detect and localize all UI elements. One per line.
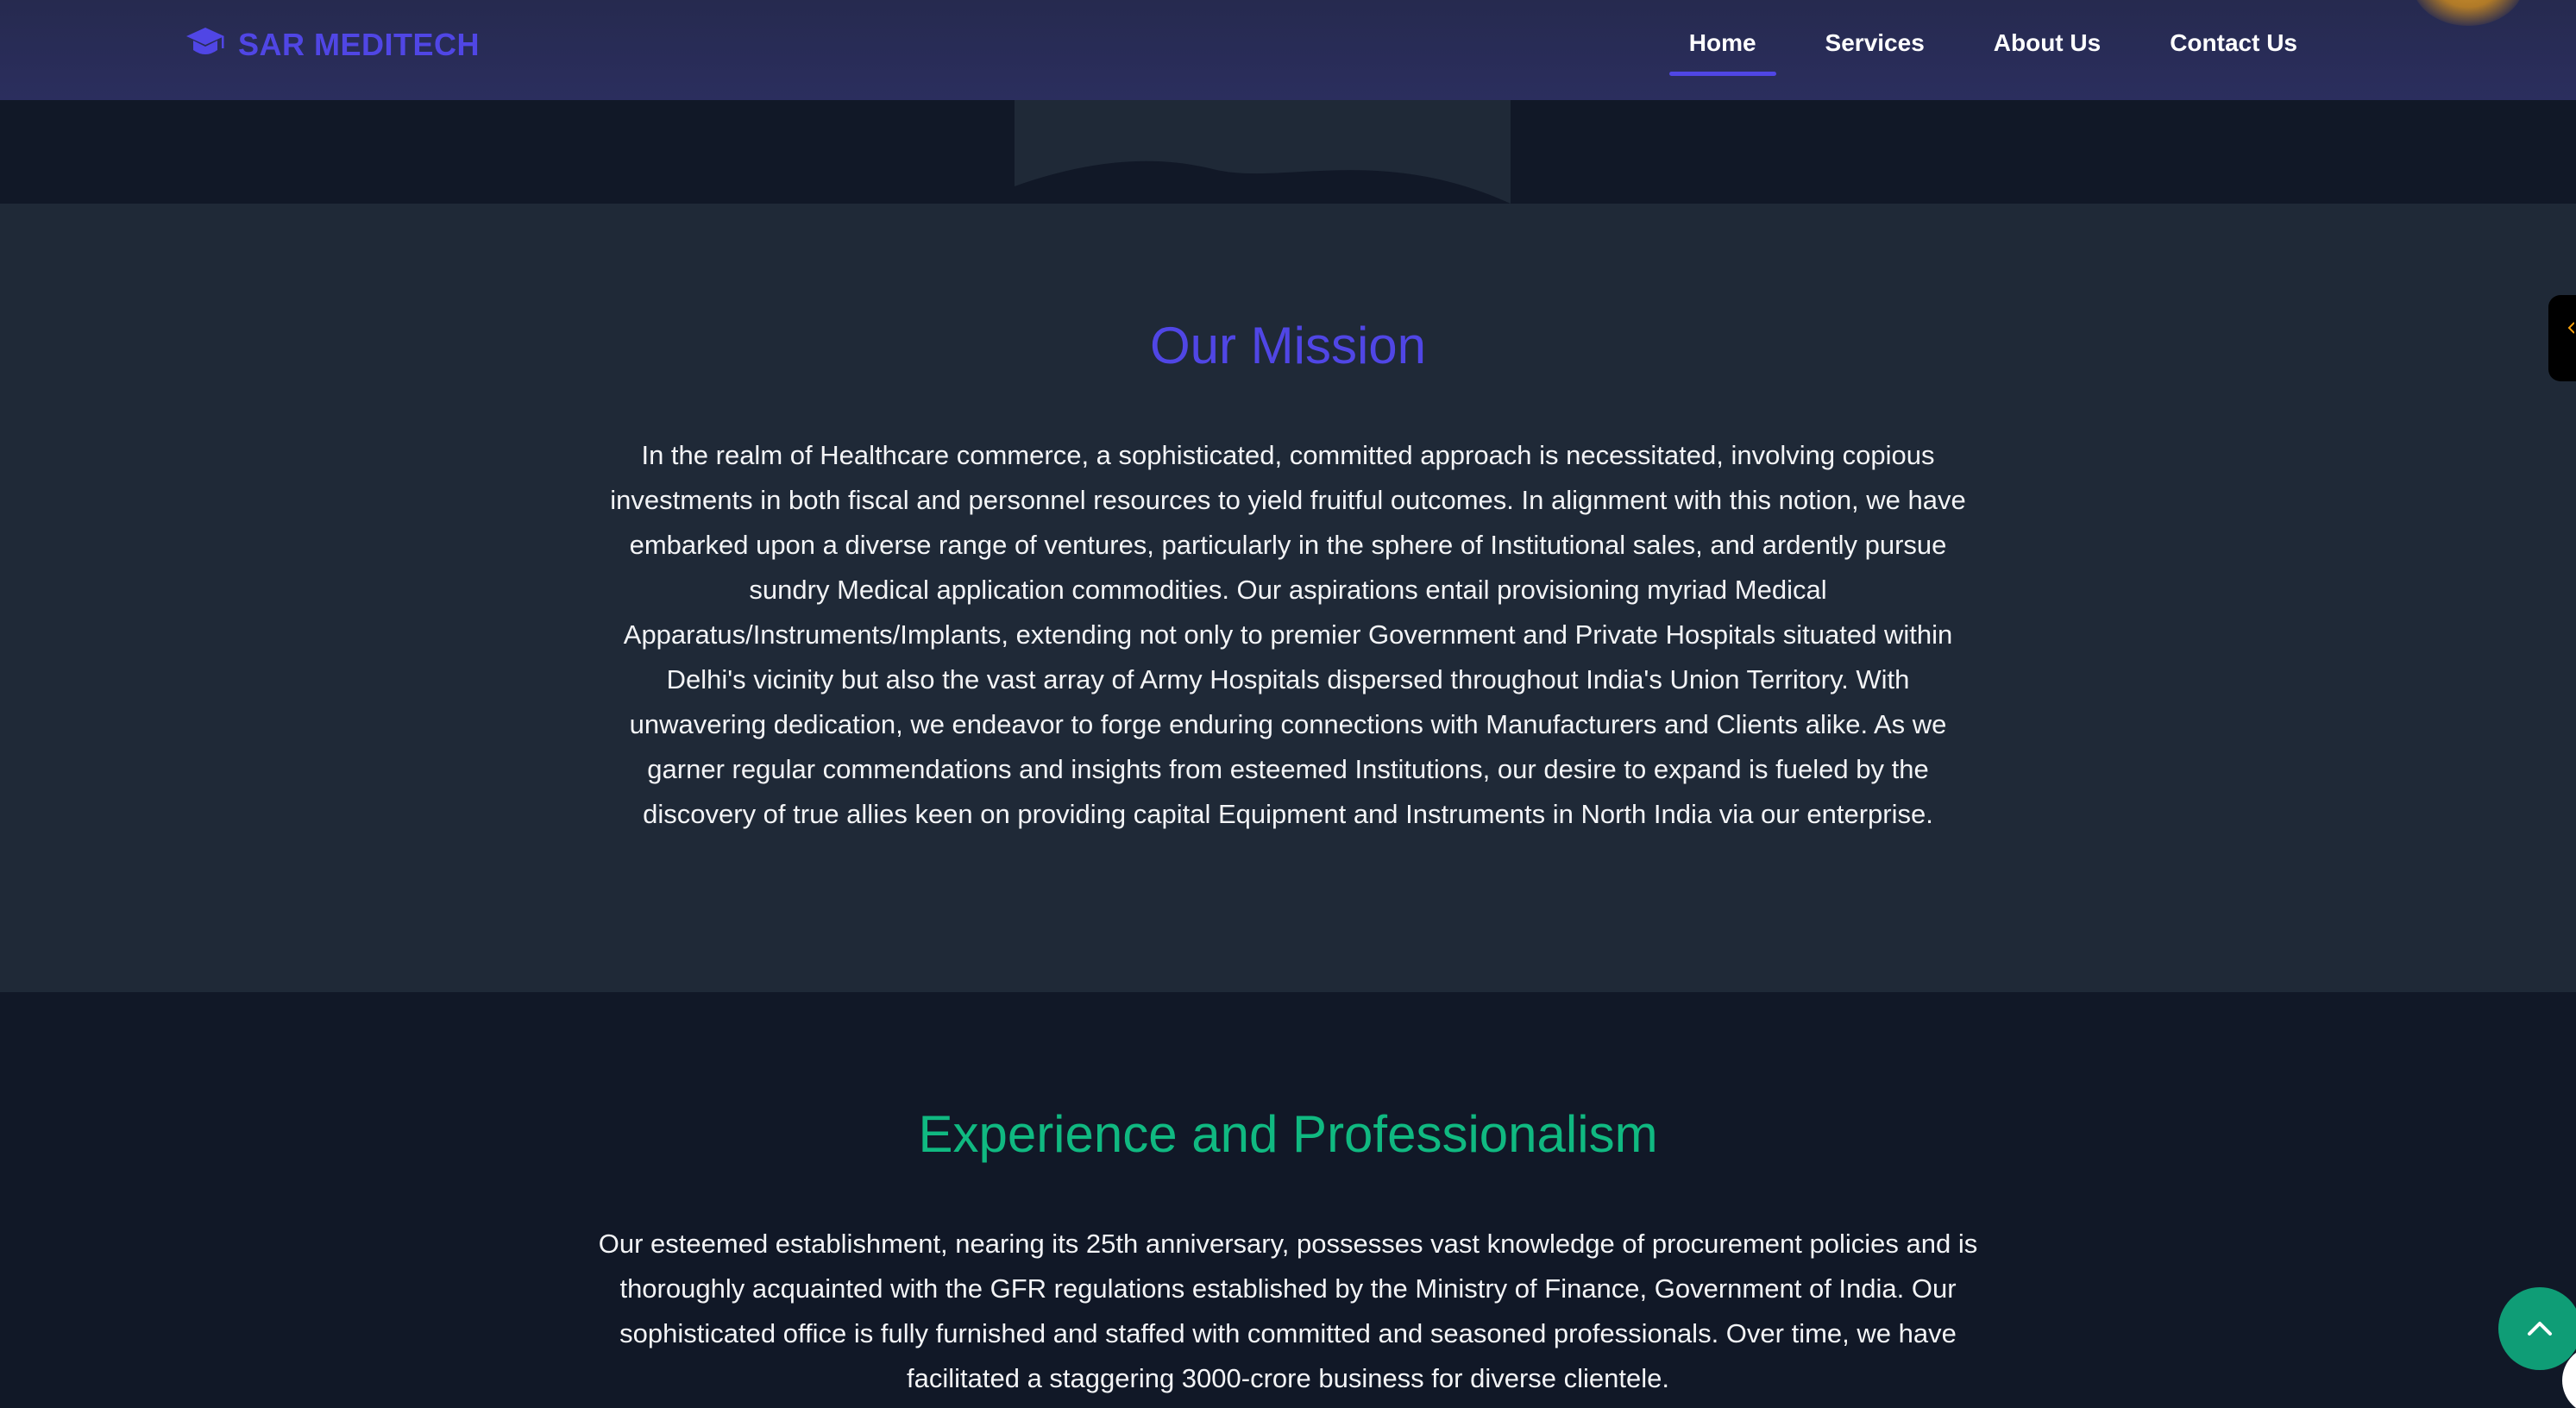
nav-contact-us[interactable]: Contact Us (2150, 0, 2317, 86)
experience-section: Experience and Professionalism Our estee… (0, 992, 2576, 1408)
brand-link[interactable]: SAR MEDITECH (185, 17, 480, 72)
hero-wave-decoration (1015, 100, 1511, 204)
main-nav: Home Services About Us Contact Us (1640, 0, 2317, 86)
decorative-glow (2412, 0, 2524, 26)
nav-services[interactable]: Services (1806, 0, 1945, 86)
mission-text: In the realm of Healthcare commerce, a s… (610, 440, 1966, 829)
hero-tail (0, 100, 2576, 204)
scroll-to-top-button[interactable] (2498, 1287, 2576, 1370)
chevron-up-icon (2528, 1322, 2552, 1336)
experience-title: Experience and Professionalism (918, 1105, 1658, 1163)
page: SAR MEDITECH Home Services About Us Cont… (0, 0, 2576, 1408)
experience-text: Our esteemed establishment, nearing its … (598, 1229, 1978, 1393)
nav-home[interactable]: Home (1668, 0, 1776, 86)
nav-about-us[interactable]: About Us (1974, 0, 2120, 86)
star-icon (2567, 322, 2574, 334)
brand-name: SAR MEDITECH (238, 27, 481, 62)
site-header: SAR MEDITECH Home Services About Us Cont… (0, 0, 2576, 100)
mission-title: Our Mission (1149, 317, 1427, 374)
side-feedback-tab[interactable] (2548, 295, 2576, 381)
mission-section: Our Mission In the realm of Healthcare c… (0, 204, 2576, 992)
graduation-cap-icon (186, 28, 224, 54)
